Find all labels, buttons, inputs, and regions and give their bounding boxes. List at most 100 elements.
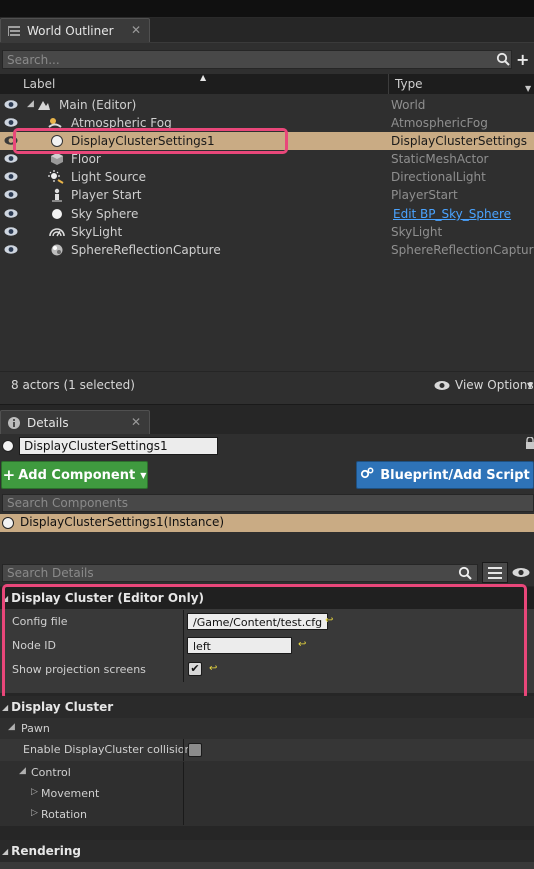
visibility-eye-icon[interactable] <box>4 99 18 110</box>
movement-label: Movement <box>41 787 100 800</box>
view-options-eye-icon[interactable] <box>434 380 450 394</box>
column-type[interactable]: Type <box>395 77 423 91</box>
category-display-cluster[interactable]: ◢ Display Cluster <box>0 696 534 718</box>
info-icon <box>7 416 21 430</box>
add-actor-icon[interactable]: + <box>516 50 529 69</box>
search-components-input[interactable]: Search Components <box>2 494 534 512</box>
chevron-down-icon: ▼ <box>140 470 147 480</box>
sphere-icon <box>1 516 15 533</box>
row-type: DirectionalLight <box>391 170 486 184</box>
column-dropdown-icon[interactable]: ▼ <box>525 84 531 93</box>
outliner-footer-divider <box>0 371 534 372</box>
component-instance-row[interactable]: DisplayClusterSettings1(Instance) <box>0 514 534 532</box>
row-type: DisplayClusterSettings <box>391 134 528 148</box>
sphere-icon <box>50 207 64 221</box>
add-component-button[interactable]: + Add Component ▼ <box>1 461 148 489</box>
row-type: StaticMeshActor <box>391 152 489 166</box>
blueprint-add-script-button[interactable]: Blueprint/Add Script <box>356 461 534 489</box>
actor-name-input[interactable]: DisplayClusterSettings1 <box>19 437 218 455</box>
sun-icon <box>48 170 64 184</box>
outliner-search-input[interactable]: Search... <box>2 50 512 69</box>
expand-arrow-icon[interactable]: ◢ <box>27 99 34 109</box>
skylight-icon <box>49 225 65 239</box>
collapsed-arrow-icon: ▷ <box>31 808 38 818</box>
outliner-tab-title: World Outliner <box>27 23 114 38</box>
property-divider <box>183 739 184 761</box>
lock-icon[interactable] <box>526 436 534 452</box>
actor-count-status: 8 actors (1 selected) <box>11 378 135 392</box>
rotation-label: Rotation <box>41 808 88 821</box>
tree-control[interactable]: ◢ Control <box>0 762 534 783</box>
property-divider <box>183 783 184 804</box>
world-icon <box>37 98 51 112</box>
highlight-editor-only-section <box>2 584 527 700</box>
search-icon[interactable] <box>458 566 472 583</box>
visibility-eye-icon[interactable] <box>4 171 18 182</box>
visibility-eye-icon[interactable] <box>4 244 18 255</box>
row-label: Light Source <box>71 170 146 184</box>
outliner-row-skylight[interactable]: SkyLight SkyLight <box>0 223 534 241</box>
visibility-eye-icon[interactable] <box>4 153 18 164</box>
pawn-label: Pawn <box>21 722 50 735</box>
row-type: World <box>391 98 426 112</box>
details-tab-title: Details <box>27 415 69 430</box>
column-divider <box>388 74 389 94</box>
expand-arrow-icon: ◢ <box>2 702 9 712</box>
player-start-icon <box>50 188 64 202</box>
highlight-selected-row <box>13 128 288 154</box>
row-type: PlayerStart <box>391 188 458 202</box>
row-type: SkyLight <box>391 225 443 239</box>
tab-details[interactable]: Details ✕ <box>0 410 150 434</box>
row-label: Sky Sphere <box>71 207 139 221</box>
visibility-filter-eye-icon[interactable] <box>512 567 530 581</box>
tree-movement[interactable]: ▷ Movement <box>0 783 534 804</box>
visibility-eye-icon[interactable] <box>4 189 18 200</box>
outliner-row-spherereflectioncapture[interactable]: SphereReflectionCapture SphereReflection… <box>0 241 534 259</box>
sort-ascending-icon: ▲ <box>200 73 207 82</box>
property-matrix-icon[interactable] <box>482 562 508 583</box>
row-label: Player Start <box>71 188 142 202</box>
close-icon[interactable]: ✕ <box>131 23 141 37</box>
enable-collisions-label: Enable DisplayCluster collisions <box>23 743 198 756</box>
tree-pawn[interactable]: ◢ Pawn <box>0 718 534 739</box>
visibility-eye-icon[interactable] <box>4 117 18 128</box>
collapsed-arrow-icon: ▷ <box>31 787 38 797</box>
row-label: SphereReflectionCapture <box>71 243 221 257</box>
mesh-icon <box>50 152 64 166</box>
rendering-properties <box>0 862 534 869</box>
visibility-eye-icon[interactable] <box>4 226 18 237</box>
row-label: Main (Editor) <box>59 98 137 112</box>
column-label[interactable]: Label <box>23 77 55 91</box>
tree-rotation[interactable]: ▷ Rotation <box>0 804 534 825</box>
row-label: SkyLight <box>71 225 123 239</box>
component-instance-label: DisplayClusterSettings1(Instance) <box>20 515 225 529</box>
expand-arrow-icon: ◢ <box>8 722 15 732</box>
actor-sphere-icon <box>1 439 15 456</box>
search-details-input[interactable]: Search Details <box>2 564 478 582</box>
close-icon[interactable]: ✕ <box>131 415 141 429</box>
expand-arrow-icon: ◢ <box>2 846 9 856</box>
property-divider <box>183 762 184 783</box>
search-icon[interactable] <box>496 52 510 69</box>
top-strip <box>0 0 534 18</box>
outliner-column-header <box>0 74 534 94</box>
edit-blueprint-link[interactable]: Edit BP_Sky_Sphere <box>393 207 511 221</box>
category-rendering[interactable]: ◢ Rendering <box>0 840 534 862</box>
expand-arrow-icon: ◢ <box>19 766 26 776</box>
control-label: Control <box>31 766 71 779</box>
view-options-dropdown-icon[interactable]: ▼ <box>527 381 533 390</box>
row-label: Floor <box>71 152 101 166</box>
enable-collisions-checkbox[interactable] <box>188 743 202 757</box>
view-options-button[interactable]: View Options <box>455 378 534 392</box>
outliner-icon <box>7 24 21 38</box>
visibility-eye-icon[interactable] <box>4 208 18 219</box>
outliner-row-light-source[interactable]: Light Source DirectionalLight <box>0 168 534 186</box>
components-list-area <box>0 532 534 560</box>
property-divider <box>183 804 184 825</box>
tab-world-outliner[interactable]: World Outliner ✕ <box>0 18 150 42</box>
outliner-row-player-start[interactable]: Player Start PlayerStart <box>0 186 534 204</box>
prop-enable-collisions: Enable DisplayCluster collisions <box>0 739 534 761</box>
outliner-row-sky-sphere[interactable]: Sky Sphere Edit BP_Sky_Sphere <box>0 205 534 223</box>
outliner-row-main[interactable]: ◢ Main (Editor) World <box>0 96 534 114</box>
gears-icon <box>360 467 374 483</box>
